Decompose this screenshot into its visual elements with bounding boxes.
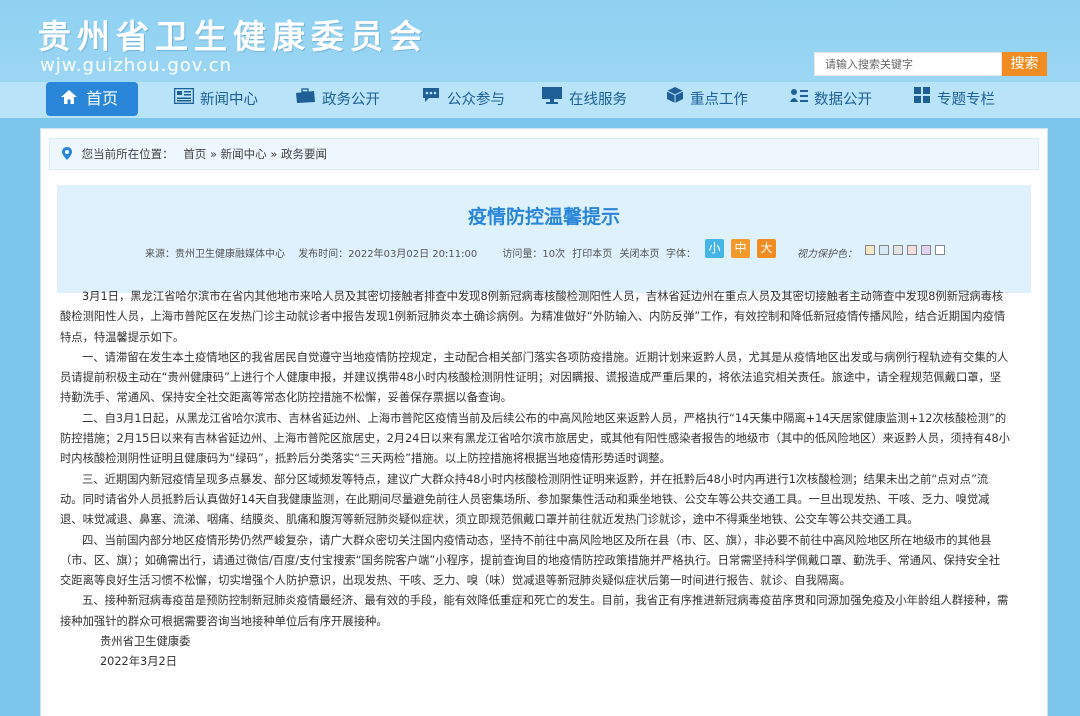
home-icon xyxy=(60,83,78,117)
nav-item-participation[interactable]: 公众参与 xyxy=(421,82,505,118)
eye-color-swatch[interactable] xyxy=(879,245,889,255)
article-signature: 贵州省卫生健康委 xyxy=(100,635,191,649)
nav-item-gov-affairs[interactable]: 政务公开 xyxy=(294,82,380,118)
article-meta: 来源：贵州卫生健康融媒体中心 发布时间：2022年03月02日 20:11:00… xyxy=(145,245,669,260)
eye-color-swatch[interactable] xyxy=(893,245,903,255)
main-nav: 新闻中心 政务公开 公众参与 在线服务 重点工作 数据公开 专题专栏 xyxy=(0,82,1080,118)
print-link[interactable]: 打印本页 xyxy=(572,249,612,260)
nav-item-label: 数据公开 xyxy=(814,92,872,108)
nav-item-data-open[interactable]: 数据公开 xyxy=(790,82,872,118)
nav-home-label: 首页 xyxy=(86,89,119,108)
eye-color-swatch[interactable] xyxy=(935,245,945,255)
eye-color-swatch[interactable] xyxy=(865,245,875,255)
font-large-button[interactable]: 大 xyxy=(757,239,776,258)
monitor-icon xyxy=(541,82,563,118)
nav-item-label: 政务公开 xyxy=(322,92,380,108)
location-pin-icon xyxy=(62,147,76,161)
nav-item-label: 公众参与 xyxy=(447,92,505,108)
nav-item-special-topics[interactable]: 专题专栏 xyxy=(913,82,995,118)
grid-icon xyxy=(913,82,931,118)
newspaper-icon xyxy=(173,82,195,118)
font-small-button[interactable]: 小 xyxy=(705,239,724,258)
close-link[interactable]: 关闭本页 xyxy=(619,249,659,260)
site-title[interactable]: 贵州省卫生健康委员会 xyxy=(38,10,428,58)
search-button[interactable]: 搜索 xyxy=(1002,52,1047,76)
font-size-label: 字体： xyxy=(666,249,696,260)
nav-item-label: 新闻中心 xyxy=(200,92,258,108)
article-title: 疫情防控温馨提示 xyxy=(467,206,620,228)
site-url: wjw.guizhou.gov.cn xyxy=(40,55,233,76)
nav-item-label: 重点工作 xyxy=(690,92,748,108)
breadcrumb: 您当前所在位置： 首页 » 新闻中心 » 政务要闻 xyxy=(49,138,1039,170)
article-date: 2022年3月2日 xyxy=(100,655,178,669)
eye-color-swatch[interactable] xyxy=(921,245,931,255)
nav-item-label: 专题专栏 xyxy=(937,92,995,108)
cube-icon xyxy=(666,82,684,118)
breadcrumb-prefix: 您当前所在位置： xyxy=(81,147,174,161)
nav-item-home[interactable]: 首页 xyxy=(46,82,138,116)
article-source: 来源：贵州卫生健康融媒体中心 xyxy=(145,249,285,260)
eye-protect-label: 视力保护色： xyxy=(797,249,857,260)
nav-item-key-work[interactable]: 重点工作 xyxy=(666,82,748,118)
article-views: 访问量：10次 xyxy=(502,249,566,260)
article-paragraph: 四、当前国内部分地区疫情形势仍然严峻复杂，请广大群众密切关注国内疫情动态，坚持不… xyxy=(60,533,1001,588)
eye-color-swatch[interactable] xyxy=(907,245,917,255)
article-paragraph: 五、接种新冠病毒疫苗是预防控制新冠肺炎疫情最经济、最有效的手段，能有效降低重症和… xyxy=(60,594,1009,628)
nav-item-online-service[interactable]: 在线服务 xyxy=(541,82,627,118)
search-input[interactable]: 请输入搜索关键字 xyxy=(814,52,1002,76)
user-list-icon xyxy=(790,82,808,118)
article-header: 疫情防控温馨提示 来源：贵州卫生健康融媒体中心 发布时间：2022年03月02日… xyxy=(57,185,1031,293)
article-body: 3月1日，黑龙江省哈尔滨市在省内其他地市来哈人员及其密切接触者排查中发现8例新冠… xyxy=(60,287,1010,673)
nav-item-news[interactable]: 新闻中心 xyxy=(173,82,258,118)
article-paragraph: 3月1日，黑龙江省哈尔滨市在省内其他地市来哈人员及其密切接触者排查中发现8例新冠… xyxy=(60,290,1006,344)
nav-item-label: 在线服务 xyxy=(569,92,627,108)
font-medium-button[interactable]: 中 xyxy=(731,239,750,258)
chat-bubble-icon xyxy=(421,82,441,118)
article-paragraph: 二、自3月1日起，从黑龙江省哈尔滨市、吉林省延边州、上海市普陀区疫情当前及后续公… xyxy=(60,411,1010,466)
breadcrumb-path[interactable]: 首页 » 新闻中心 » 政务要闻 xyxy=(183,147,327,161)
article-published: 发布时间：2022年03月02日 20:11:00 xyxy=(298,249,478,260)
article-paragraph: 三、近期国内新冠疫情呈现多点暴发、部分区域频发等特点，建议广大群众持48小时内核… xyxy=(60,472,990,527)
article-paragraph: 一、请滞留在发生本土疫情地区的我省居民自觉遵守当地疫情防控规定，主动配合相关部门… xyxy=(60,350,1009,405)
briefcase-icon xyxy=(294,82,316,118)
